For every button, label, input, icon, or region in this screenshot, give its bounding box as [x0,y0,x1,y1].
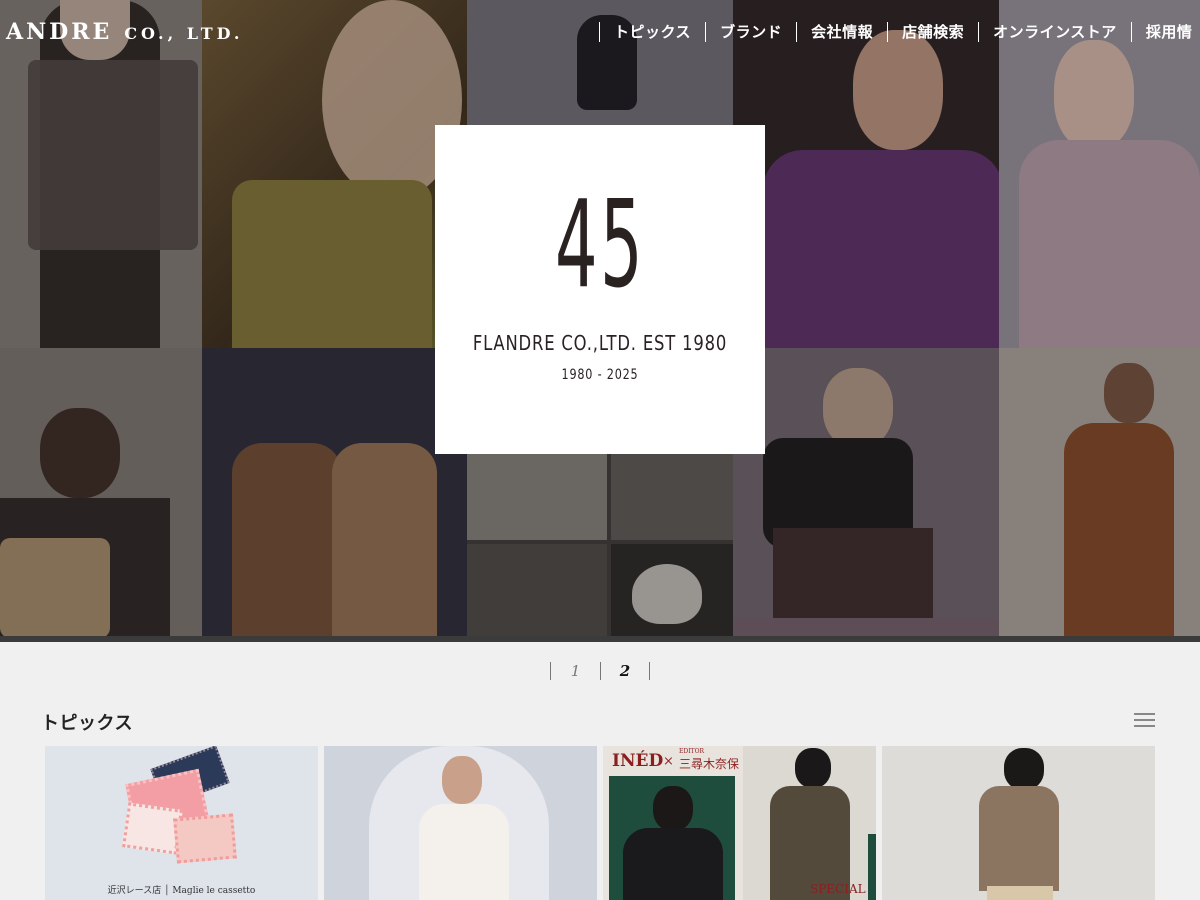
topic-card-ined-special[interactable]: INÉD × EDITOR 三尋木奈保 SPECIAL [603,746,876,900]
topics-heading: トピックス [41,713,133,734]
nav-recruit[interactable]: 採用情 [1130,22,1200,42]
pager-page-2[interactable]: 2 [600,662,650,680]
hamburger-menu-icon[interactable] [1134,713,1155,727]
nav-store-search[interactable]: 店舗検索 [887,22,978,42]
ined-brand-logo: INÉD [612,751,664,771]
editor-name: 三尋木奈保 [679,757,740,771]
topic-card-white-coat[interactable] [324,746,597,900]
nav-online-store[interactable]: オンラインストア [978,22,1131,42]
logo-main-text: ANDRE [6,19,113,45]
global-nav: トピックス ブランド 会社情報 店舗検索 オンラインストア 採用情 [599,22,1200,42]
special-badge: SPECIAL [810,882,866,896]
logo-sub-text: CO., LTD. [124,24,244,43]
pager-page-1[interactable]: 1 [550,662,600,680]
topic-card-beige-jacket[interactable] [882,746,1155,900]
hero-divider [0,636,1200,642]
nav-brand[interactable]: ブランド [705,22,796,42]
nav-topics[interactable]: トピックス [599,22,705,42]
ined-cross: × [663,754,674,769]
anniversary-card[interactable]: 45 FLANDRE CO.,LTD. EST 1980 1980 - 2025 [435,125,765,454]
years-range: 1980 - 2025 [561,367,639,383]
nav-company[interactable]: 会社情報 [796,22,887,42]
hero-pager: 1 2 [550,662,650,680]
topic-card-1-caption: 近沢レース店 │ Maglie le cassetto [107,886,256,896]
topic-card-lace-handkerchief[interactable]: 近沢レース店 │ Maglie le cassetto [45,746,318,900]
hero-collage: ANDRE CO., LTD. トピックス ブランド 会社情報 店舗検索 オンライ… [0,0,1200,638]
editor-label: EDITOR [679,748,704,755]
anniversary-number: 45 [554,176,646,315]
site-logo[interactable]: ANDRE CO., LTD. [6,19,243,45]
est-line: FLANDRE CO.,LTD. EST 1980 [472,331,728,355]
